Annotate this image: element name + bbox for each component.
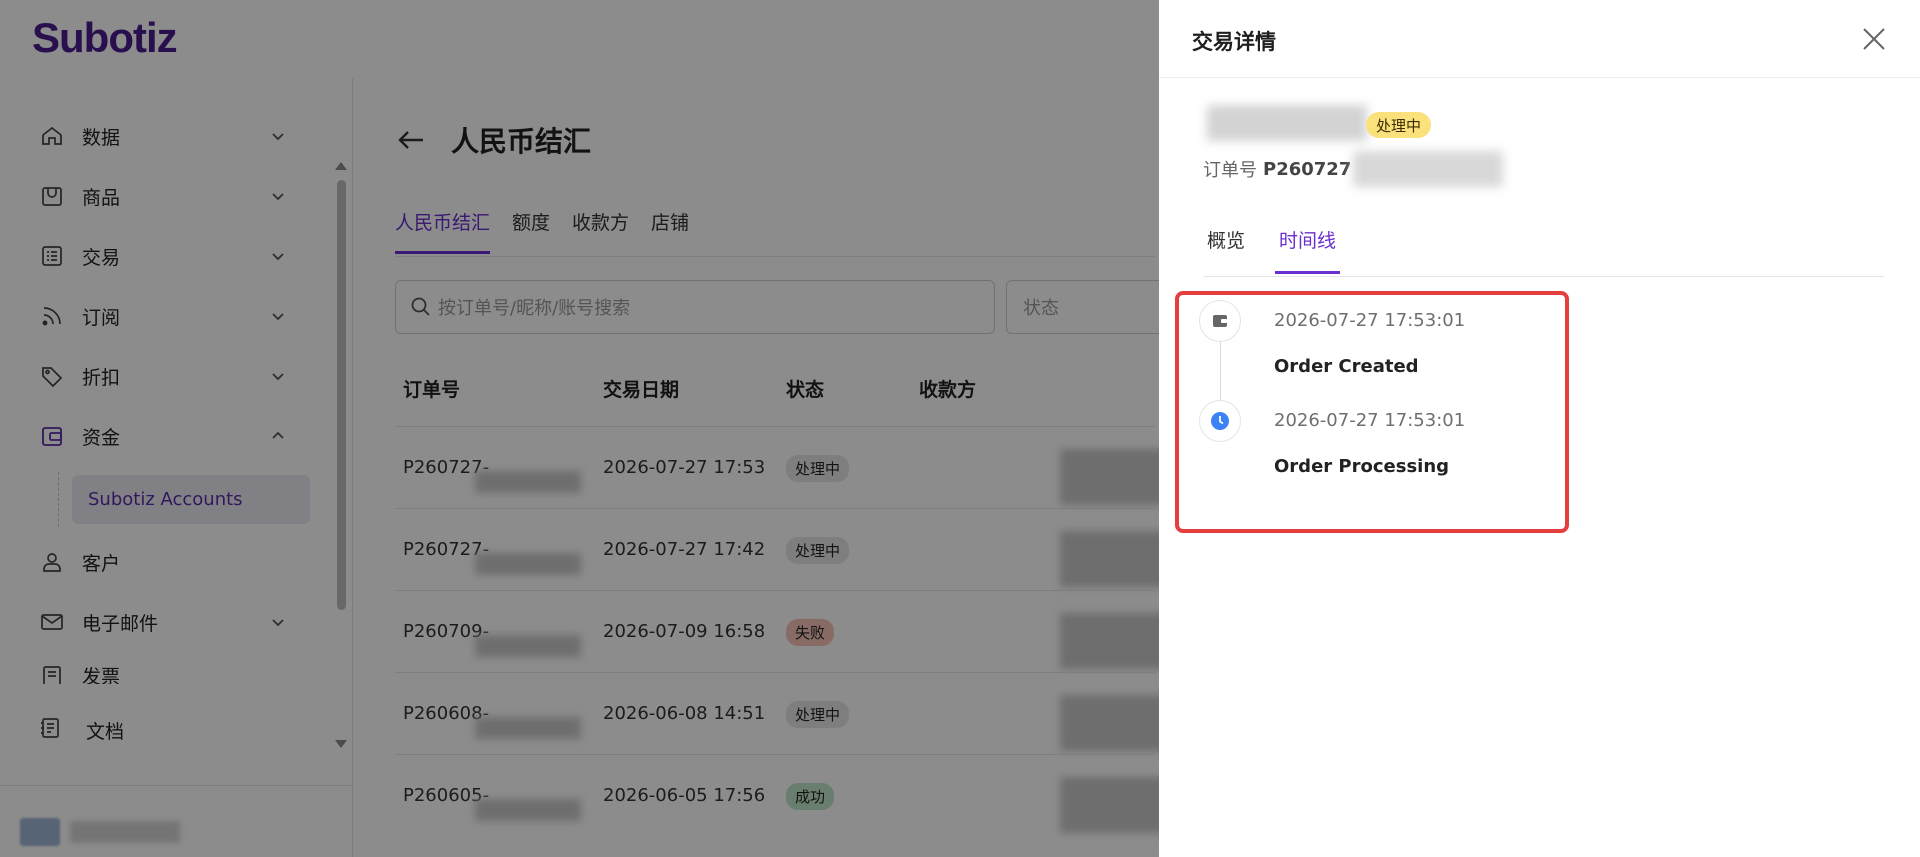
- drawer-tabs-divider: [1203, 276, 1884, 277]
- status-badge: 处理中: [1366, 112, 1432, 138]
- wallet-icon: [1213, 315, 1227, 327]
- timeline-dot: [1199, 400, 1241, 442]
- order-number-label: 订单号: [1203, 160, 1257, 181]
- order-number-value: P260727: [1263, 158, 1352, 180]
- tab-timeline[interactable]: 时间线: [1275, 226, 1341, 274]
- clock-icon: [1211, 412, 1229, 430]
- close-icon[interactable]: [1859, 24, 1889, 54]
- timeline-event: Order Created: [1274, 356, 1419, 377]
- redacted-text: [1353, 151, 1504, 187]
- tab-overview[interactable]: 概览: [1203, 226, 1249, 274]
- modal-overlay[interactable]: [0, 0, 1159, 857]
- timeline-dot: [1199, 300, 1241, 342]
- drawer-header: 交易详情: [1159, 0, 1920, 78]
- order-number: 订单号 P260727: [1203, 151, 1504, 187]
- timeline-time: 2026-07-27 17:53:01: [1274, 410, 1466, 431]
- drawer-title: 交易详情: [1192, 30, 1276, 54]
- timeline-connector: [1220, 342, 1221, 400]
- drawer-tabs: 概览 时间线: [1203, 226, 1341, 274]
- redacted-text: [1207, 105, 1367, 141]
- timeline-time: 2026-07-27 17:53:01: [1274, 310, 1466, 331]
- timeline-event: Order Processing: [1274, 456, 1450, 477]
